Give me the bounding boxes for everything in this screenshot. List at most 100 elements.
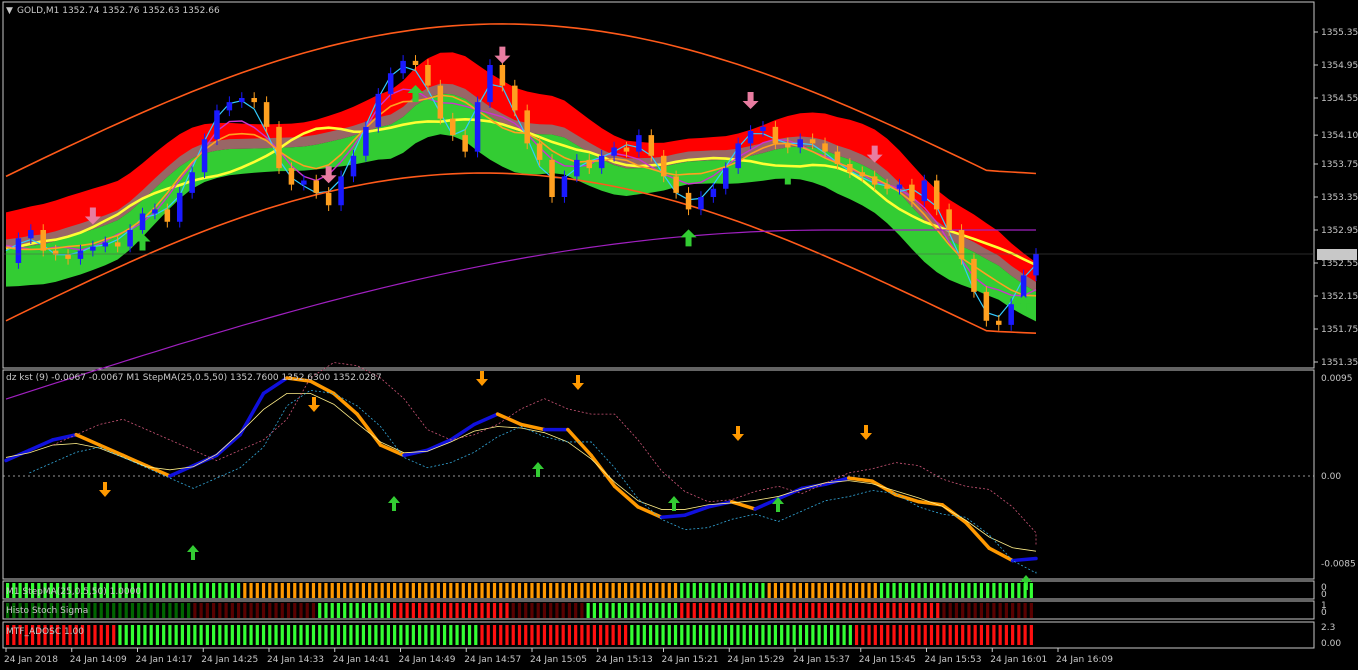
panel3-bar (524, 625, 528, 645)
panel2-bar (736, 603, 740, 618)
panel2-bar (93, 603, 97, 618)
panel2-bar (898, 603, 902, 618)
panel3-bar (948, 625, 952, 645)
panel1-bar (911, 583, 915, 598)
panel2-bar (530, 603, 534, 618)
panel2-bar (343, 603, 347, 618)
time-tick-label: 24 Jan 15:29 (727, 655, 784, 665)
panel2-bar (230, 603, 234, 618)
panel3-bar (617, 625, 621, 645)
panel2-bar (998, 603, 1002, 618)
kst-upper-band (52, 362, 1037, 546)
panel3-bar (792, 625, 796, 645)
panel3-bar (873, 625, 877, 645)
candle-body (301, 180, 307, 185)
panel3-bar (411, 625, 415, 645)
price-tick-label: 1355.35 (1321, 28, 1358, 38)
panel2-bar (105, 603, 110, 618)
panel1-bar (305, 583, 309, 598)
panel1-bar (1029, 583, 1033, 598)
panel3-bar (380, 625, 384, 645)
panel1-bar (561, 583, 565, 598)
candle-body (462, 135, 468, 152)
candle-body (971, 258, 977, 292)
panel1-bar (929, 583, 934, 598)
time-tick-label: 24 Jan 15:45 (859, 655, 916, 665)
panel1-bar (967, 583, 971, 598)
price-tick-label: 1354.95 (1321, 61, 1358, 71)
panel1-bar (942, 583, 946, 598)
panel1-bar (436, 583, 440, 598)
panel1-bar (155, 583, 160, 598)
panel3-bar (592, 625, 596, 645)
panel1-bar (961, 583, 965, 598)
panel2-bar (311, 603, 316, 618)
panel2-bar (505, 603, 509, 618)
panel2-bar (162, 603, 166, 618)
panel2-bar (742, 603, 746, 618)
panel2-bar (773, 603, 778, 618)
panel1-bar (979, 583, 984, 598)
panel2-bar (168, 603, 172, 618)
panel1-bar (592, 583, 596, 598)
panel2-bar (1004, 603, 1008, 618)
panel2-bar (986, 603, 990, 618)
panel1-bar (892, 583, 896, 598)
panel1-bar (748, 583, 753, 598)
panel1-bar (405, 583, 409, 598)
panel3-bar (1023, 625, 1027, 645)
candle-body (189, 172, 195, 193)
panel2-bar (929, 603, 934, 618)
panel2-bar (361, 603, 366, 618)
panel2-bar (112, 603, 116, 618)
candle-body (15, 238, 22, 263)
panel3-bar (624, 625, 628, 645)
kst-segment (870, 479, 898, 497)
time-tick-label: 24 Jan 15:53 (925, 655, 982, 665)
panel3-bar (605, 625, 609, 645)
candle-body (139, 213, 146, 230)
panel1-bar (343, 583, 347, 598)
kst-down-arrow-icon (308, 397, 320, 412)
panel2-bar (892, 603, 896, 618)
panel3-bar (249, 625, 253, 645)
candle-body (772, 126, 779, 144)
candle-body (884, 184, 890, 189)
candle-body (288, 168, 295, 185)
panel2-bar (180, 603, 184, 618)
panel1-bar (280, 583, 284, 598)
panel2-bar (224, 603, 228, 618)
panel3-bar (586, 625, 590, 645)
price-tick-label: 1351.35 (1321, 358, 1358, 368)
bar-panel-1-label: M1 StepMA(25,0.5,50) 1.0000 (6, 587, 141, 597)
panel2-bar (755, 603, 759, 618)
panel1-bar (442, 583, 447, 598)
candle-body (834, 151, 841, 164)
panel1-bar (218, 583, 222, 598)
kst-up-arrow-icon (388, 496, 400, 511)
panel1-bar (998, 583, 1002, 598)
candle-body (871, 176, 878, 185)
panel1-bar (374, 583, 378, 598)
candle-body (983, 291, 990, 321)
kst-lower-band (29, 389, 1037, 574)
candle-body (785, 143, 791, 148)
panel1-bar (293, 583, 297, 598)
panel3-bar (549, 625, 553, 645)
panel3-bar (967, 625, 971, 645)
panel2-bar (499, 603, 503, 618)
panel2-bar (567, 603, 572, 618)
panel2-bar (636, 603, 640, 618)
candle-body (350, 155, 357, 177)
panel1-bar (1011, 583, 1015, 598)
panel1-bar (461, 583, 465, 598)
panel3-bar (180, 625, 184, 645)
candle-body (996, 320, 1002, 325)
panel1-bar (973, 583, 977, 598)
panel3-bar (655, 625, 659, 645)
chart-header-arrow[interactable]: ▼ (6, 6, 13, 16)
panel1-bar (499, 583, 503, 598)
candle-body (487, 65, 493, 103)
kst-up-arrow-icon (668, 496, 680, 511)
panel1-bar (648, 583, 653, 598)
